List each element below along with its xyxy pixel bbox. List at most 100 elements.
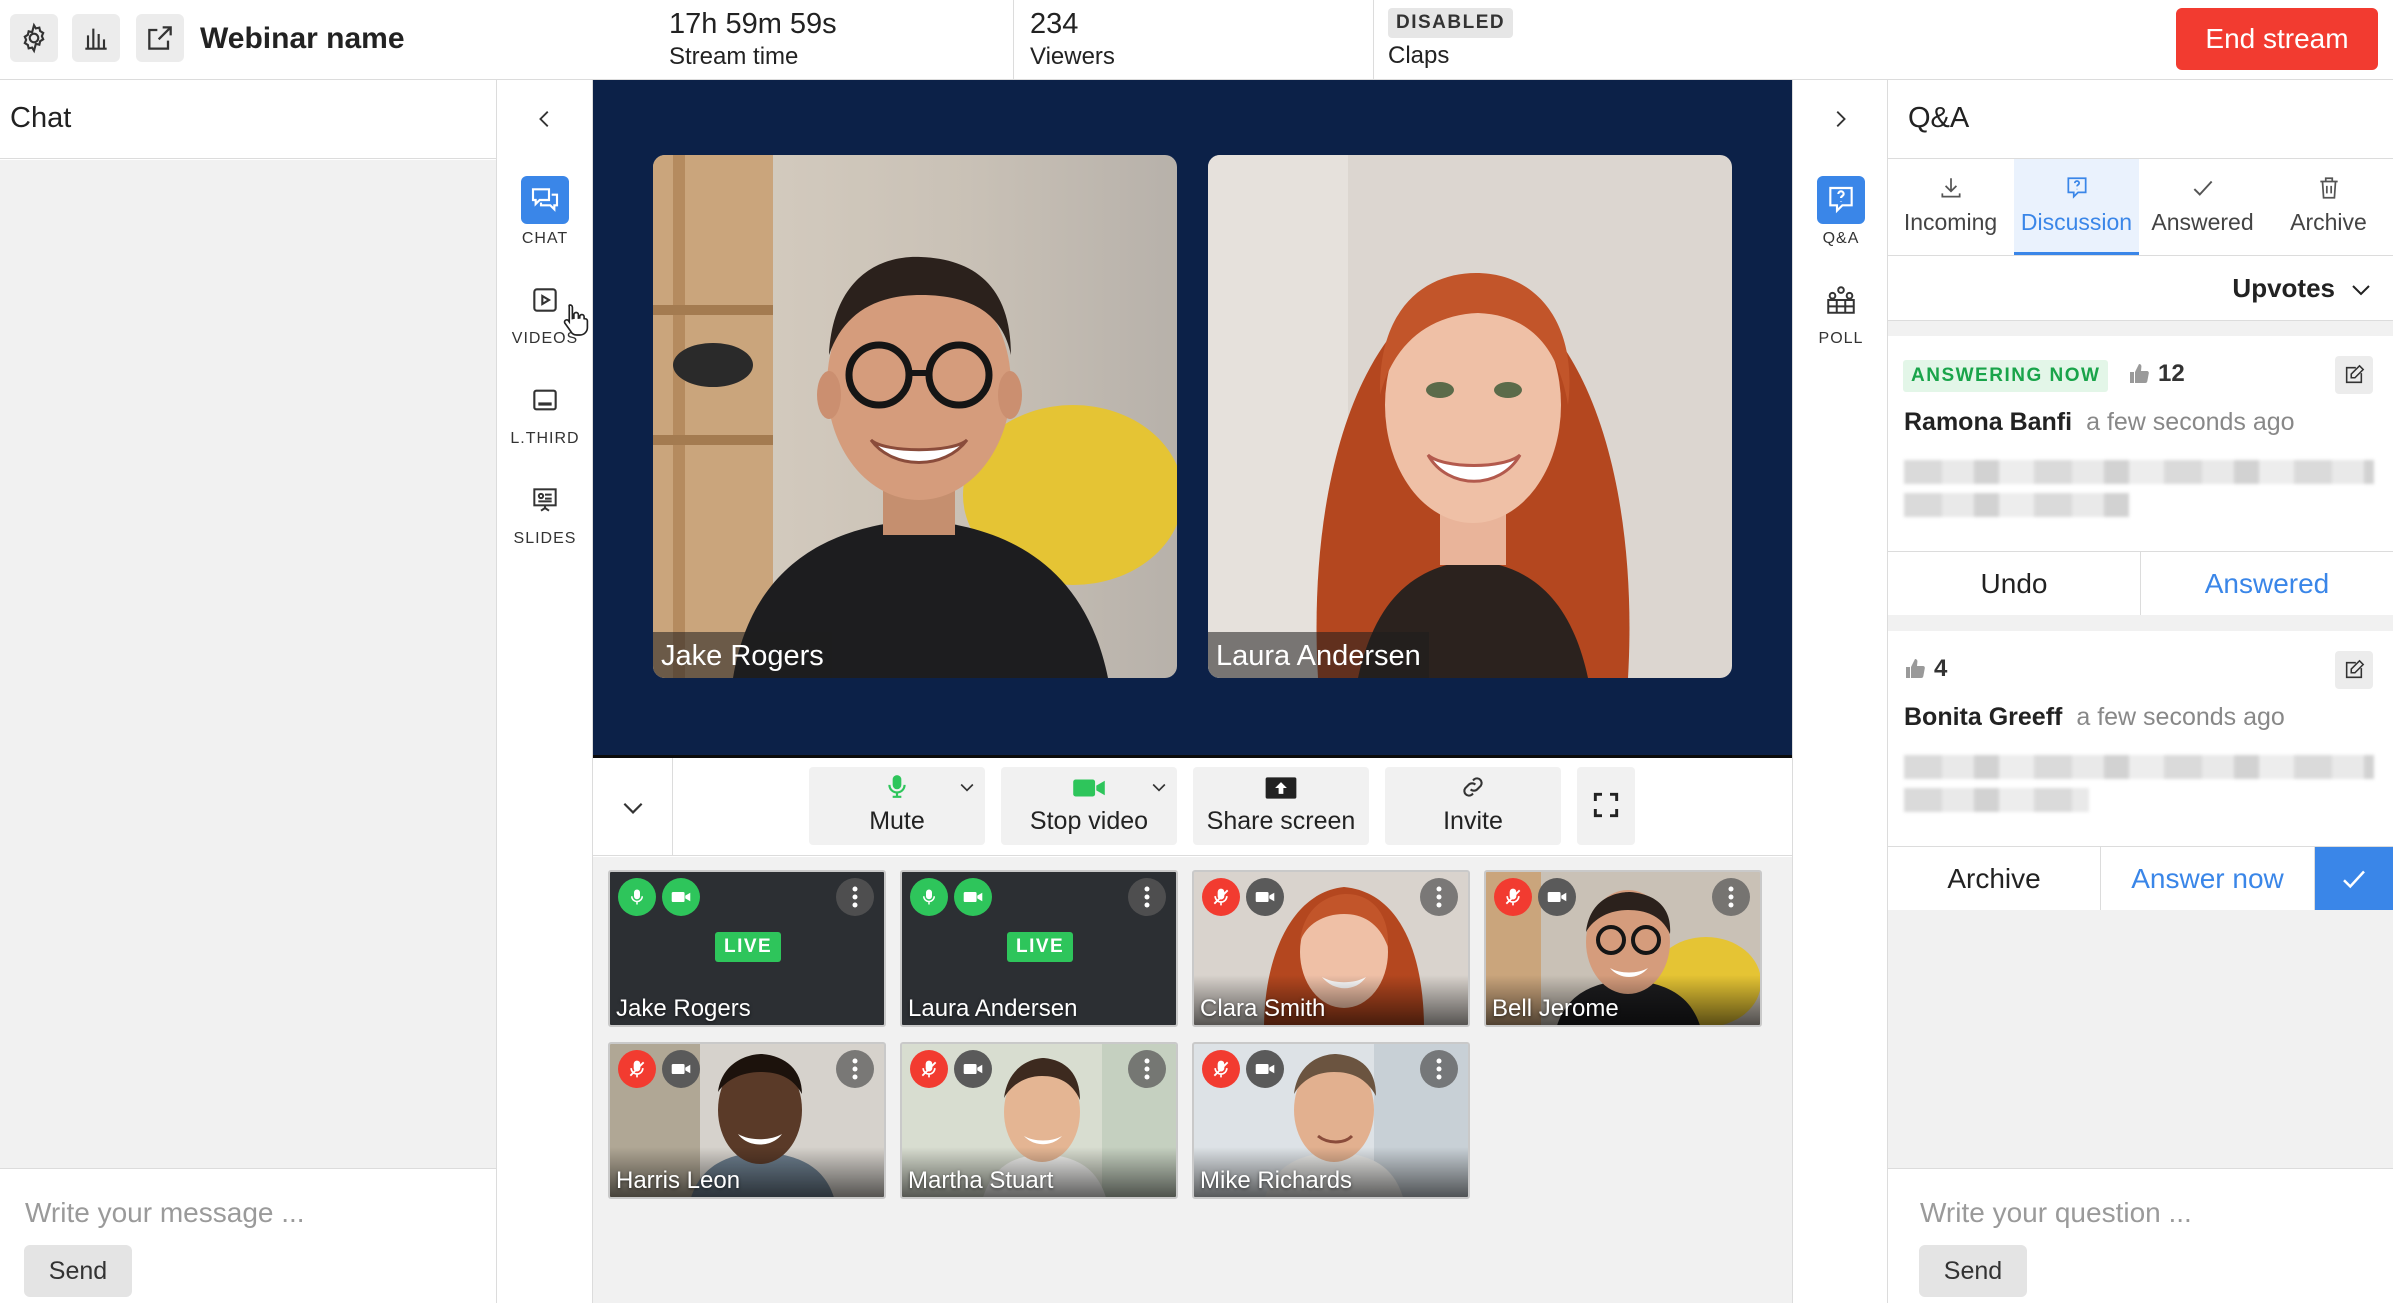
participant-name: Martha Stuart <box>908 1167 1054 1194</box>
more-options-icon[interactable] <box>1420 878 1458 916</box>
stop-video-button[interactable]: Stop video <box>1001 767 1177 845</box>
participant-tile[interactable]: Martha Stuart <box>900 1042 1178 1199</box>
question-text-blurred <box>1904 755 2374 779</box>
download-icon <box>1940 178 1961 198</box>
question-actions: Archive Answer now <box>1888 846 2393 910</box>
tab-label: Archive <box>2290 209 2367 235</box>
edit-icon[interactable] <box>2335 651 2373 689</box>
link-icon <box>1463 777 1483 797</box>
chat-message-input[interactable]: Write your message ... <box>25 1197 305 1229</box>
invite-label: Invite <box>1443 807 1503 835</box>
collapse-right-button[interactable] <box>1793 80 1887 159</box>
stream-time-value: 17h 59m 59s <box>669 8 837 40</box>
more-options-icon[interactable] <box>1420 1050 1458 1088</box>
tab-discussion[interactable]: Discussion <box>2014 159 2139 255</box>
check-icon <box>2193 180 2212 196</box>
stop-video-label: Stop video <box>1029 807 1149 835</box>
camera-icon[interactable] <box>662 878 700 916</box>
participant-tile[interactable]: Clara Smith <box>1192 870 1470 1027</box>
undo-button[interactable]: Undo <box>1888 552 2141 615</box>
microphone-off-icon[interactable] <box>1202 1050 1240 1088</box>
live-badge: LIVE <box>715 932 782 962</box>
gear-icon[interactable] <box>10 14 58 62</box>
chevron-down-icon[interactable] <box>957 777 977 797</box>
fullscreen-button[interactable] <box>1577 767 1635 845</box>
microphone-off-icon[interactable] <box>910 1050 948 1088</box>
edit-icon[interactable] <box>2335 356 2373 394</box>
speaker-name-tag: Jake Rogers <box>653 632 832 678</box>
microphone-off-icon[interactable] <box>1202 878 1240 916</box>
camera-icon[interactable] <box>954 878 992 916</box>
question-text-blurred <box>1904 788 2089 812</box>
more-options-icon[interactable] <box>1128 1050 1166 1088</box>
rail-label: L.THIRD <box>510 430 580 447</box>
participant-tile[interactable]: Bell Jerome <box>1484 870 1762 1027</box>
end-stream-button[interactable]: End stream <box>2176 8 2378 70</box>
author-name: Bonita Greeff <box>1904 703 2063 731</box>
rail-item-poll[interactable]: POLL <box>1793 276 1889 348</box>
sort-label: Upvotes <box>2232 273 2335 303</box>
microphone-off-icon[interactable] <box>618 1050 656 1088</box>
chat-panel: Chat Write your message ... Send <box>0 80 497 1303</box>
rail-item-chat[interactable]: CHAT <box>497 176 593 248</box>
participant-tile[interactable]: LIVE Jake Rogers <box>608 870 886 1027</box>
mark-answered-check-button[interactable] <box>2315 847 2393 910</box>
upvote-count[interactable]: 4 <box>1904 655 1947 683</box>
microphone-icon[interactable] <box>618 878 656 916</box>
divider <box>1373 0 1374 80</box>
more-options-icon[interactable] <box>836 878 874 916</box>
answering-now-badge: ANSWERING NOW <box>1903 360 2109 392</box>
chat-messages <box>0 160 496 1248</box>
camera-icon <box>1073 779 1105 797</box>
microphone-icon[interactable] <box>910 878 948 916</box>
share-screen-button[interactable]: Share screen <box>1193 767 1369 845</box>
more-options-icon[interactable] <box>1712 878 1750 916</box>
chat-send-button[interactable]: Send <box>24 1245 132 1297</box>
camera-icon[interactable] <box>1538 878 1576 916</box>
participant-name: Bell Jerome <box>1492 995 1619 1022</box>
camera-icon[interactable] <box>662 1050 700 1088</box>
mute-button[interactable]: Mute <box>809 767 985 845</box>
archive-button[interactable]: Archive <box>1888 847 2101 910</box>
more-options-icon[interactable] <box>1128 878 1166 916</box>
qa-icon <box>1817 176 1865 224</box>
claps-disabled-badge: DISABLED <box>1388 8 1514 38</box>
sort-dropdown[interactable]: Upvotes <box>1888 256 2393 321</box>
tab-incoming[interactable]: Incoming <box>1888 159 2013 255</box>
microphone-off-icon[interactable] <box>1494 878 1532 916</box>
viewers-stat: 234 Viewers <box>1030 8 1115 80</box>
qa-compose: Write your question ... Send <box>1888 1168 2393 1303</box>
participant-tile[interactable]: Mike Richards <box>1192 1042 1470 1199</box>
more-options-icon[interactable] <box>836 1050 874 1088</box>
tab-answered[interactable]: Answered <box>2140 159 2265 255</box>
participant-tile[interactable]: Harris Leon <box>608 1042 886 1199</box>
chevron-down-icon[interactable] <box>1149 777 1169 797</box>
speaker-name-tag: Laura Andersen <box>1208 632 1429 678</box>
upvote-count[interactable]: 12 <box>2128 360 2185 388</box>
speaker-photo <box>1208 155 1732 678</box>
camera-icon[interactable] <box>954 1050 992 1088</box>
collapse-left-button[interactable] <box>497 80 592 159</box>
claps-stat: DISABLED Claps <box>1388 8 1514 80</box>
question-input[interactable]: Write your question ... <box>1920 1197 2192 1229</box>
qa-panel: Q&A Incoming Discussion Answered Archive… <box>1888 80 2393 1303</box>
rail-item-slides[interactable]: SLIDES <box>497 476 593 548</box>
thumbs-up-icon <box>1906 659 1925 678</box>
collapse-participants-button[interactable] <box>593 758 673 855</box>
speaker-video[interactable]: Laura Andersen <box>1208 155 1732 678</box>
camera-icon[interactable] <box>1246 1050 1284 1088</box>
speaker-video[interactable]: Jake Rogers <box>653 155 1177 678</box>
rail-item-qa[interactable]: Q&A <box>1793 176 1889 248</box>
answer-now-button[interactable]: Answer now <box>2101 847 2315 910</box>
invite-button[interactable]: Invite <box>1385 767 1561 845</box>
qa-send-button[interactable]: Send <box>1919 1245 2027 1297</box>
rail-item-lower-third[interactable]: L.THIRD <box>497 376 593 448</box>
question-card: 4 Bonita Greeff a few seconds ago Archive… <box>1888 631 2393 910</box>
bar-chart-icon[interactable] <box>72 14 120 62</box>
author-name: Ramona Banfi <box>1904 408 2073 436</box>
camera-icon[interactable] <box>1246 878 1284 916</box>
tab-archive[interactable]: Archive <box>2266 159 2391 255</box>
external-link-icon[interactable] <box>136 14 184 62</box>
participant-tile[interactable]: LIVE Laura Andersen <box>900 870 1178 1027</box>
answered-button[interactable]: Answered <box>2141 552 2393 615</box>
